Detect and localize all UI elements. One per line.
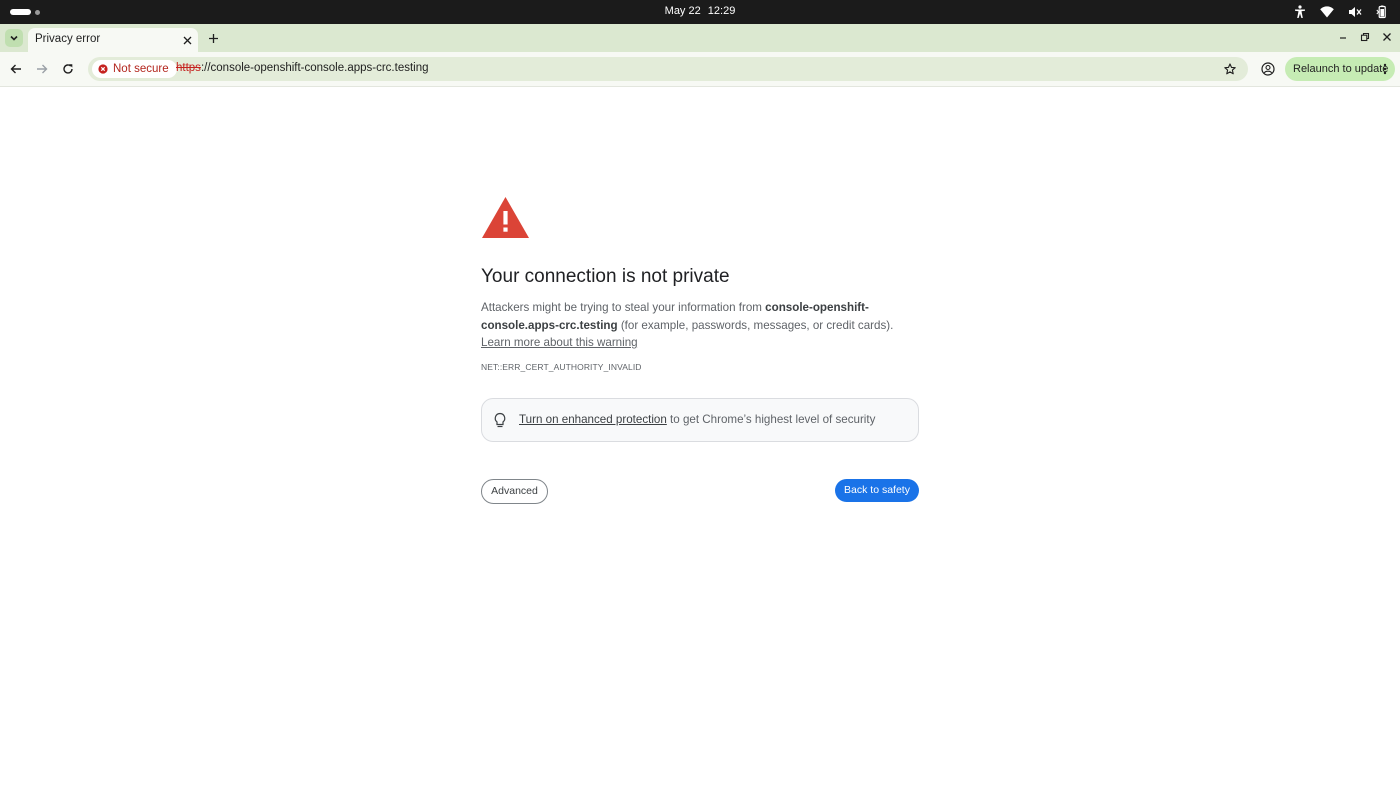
url-text[interactable]: https://console-openshift-console.apps-c… [176,62,429,74]
relaunch-label: Relaunch to update [1293,63,1389,75]
close-tab-button[interactable] [180,33,194,47]
explanation-suffix: (for example, passwords, messages, or cr… [617,318,894,332]
accessibility-icon[interactable] [1294,5,1306,19]
arrow-left-icon [10,64,21,74]
reload-icon [63,64,73,74]
not-secure-icon [98,64,108,74]
advanced-button[interactable]: Advanced [481,478,548,504]
not-secure-label: Not secure [113,63,169,75]
back-button[interactable] [7,60,25,78]
window-controls [1336,30,1394,44]
error-code: NET::ERR_CERT_AUTHORITY_INVALID [481,361,642,372]
enhanced-protection-box: Turn on enhanced protection to get Chrom… [481,397,919,442]
site-info-chip[interactable]: Not secure [92,60,177,78]
tab-privacy-error[interactable]: Privacy error [28,28,198,52]
tab-search-button[interactable] [5,29,23,47]
account-circle-icon [1261,62,1275,76]
address-bar[interactable]: Not secure https://console-openshift-con… [88,57,1248,81]
lightbulb-icon [494,412,506,427]
interstitial-actions: Advanced Back to safety [481,478,919,504]
relaunch-to-update-button[interactable]: Relaunch to update [1285,57,1395,81]
back-to-safety-button[interactable]: Back to safety [835,478,919,502]
enhanced-protection-text: Turn on enhanced protection to get Chrom… [519,413,875,426]
arrow-right-icon [37,64,48,74]
forward-button[interactable] [33,60,51,78]
explanation-prefix: Attackers might be trying to steal your … [481,301,766,314]
star-icon [1224,63,1236,75]
system-top-bar: May 22 12:29 [0,0,1400,24]
page-title: Your connection is not private [481,266,730,287]
url-scheme: https [176,62,201,74]
new-tab-button[interactable] [205,30,221,46]
system-tray[interactable] [1294,4,1388,20]
plus-icon [208,33,218,43]
wifi-icon [1320,6,1334,18]
more-options-icon[interactable] [1382,62,1388,76]
clock-time: 12:29 [707,5,736,17]
enhanced-protection-suffix: to get Chrome’s highest level of securit… [666,412,876,426]
reload-button[interactable] [59,60,77,78]
browser-toolbar: Not secure https://console-openshift-con… [0,52,1400,87]
warning-explanation: Attackers might be trying to steal your … [481,299,919,352]
minimize-button[interactable] [1336,30,1350,44]
learn-more-link[interactable]: Learn more about this warning [481,336,638,349]
close-window-button[interactable] [1380,30,1394,44]
battery-icon [1376,5,1388,19]
close-icon [183,36,191,44]
tab-strip: Privacy error [0,24,1400,52]
clock[interactable]: May 22 12:29 [0,5,1400,17]
interstitial-content: Your connection is not private Attackers… [481,196,919,504]
clock-date: May 22 [664,5,701,17]
restore-icon [1360,32,1370,42]
enhanced-protection-link[interactable]: Turn on enhanced protection [519,413,667,426]
profile-button[interactable] [1259,60,1277,78]
tab-title: Privacy error [35,33,101,45]
bookmark-button[interactable] [1222,61,1238,77]
warning-triangle-icon [482,197,529,238]
volume-muted-icon [1348,6,1362,18]
chevron-down-icon [10,35,18,41]
restore-button[interactable] [1358,30,1372,44]
minimize-icon [1340,37,1346,39]
close-icon [1383,33,1391,41]
url-host: ://console-openshift-console.apps-crc.te… [200,62,429,74]
